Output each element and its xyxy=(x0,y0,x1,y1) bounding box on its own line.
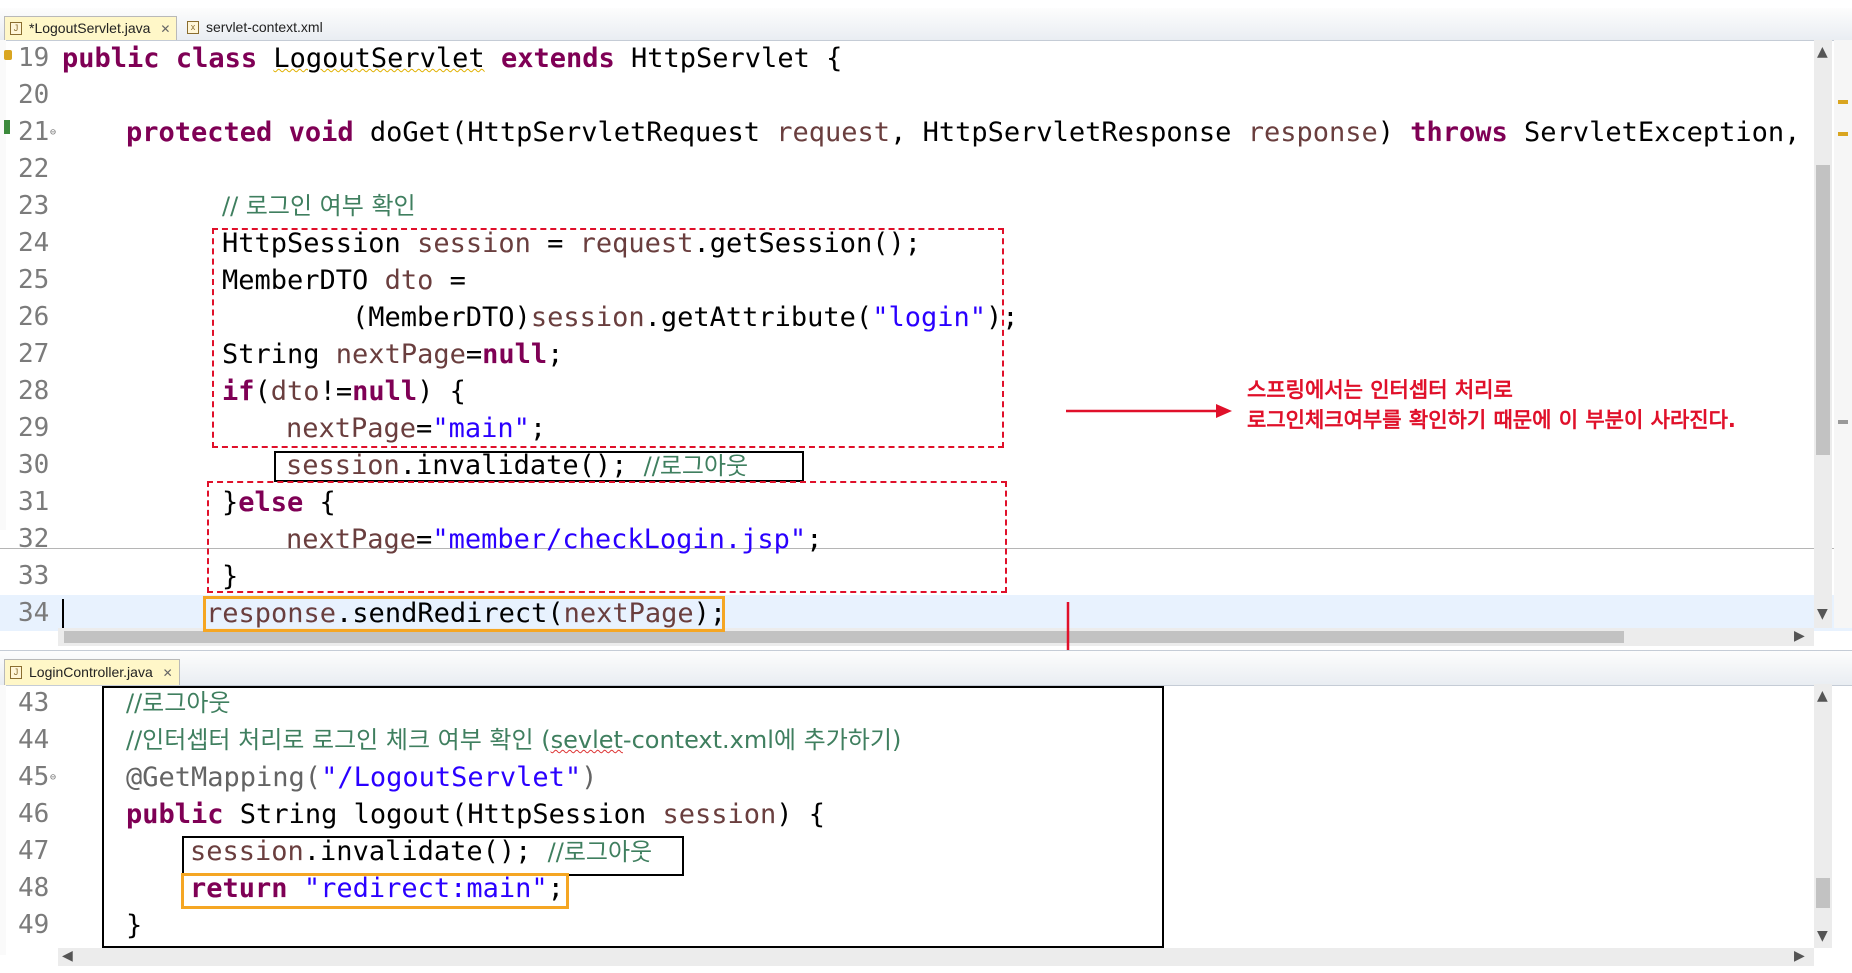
close-icon[interactable]: ✕ xyxy=(163,666,173,680)
top-editor-tabbar: J *LogoutServlet.java ✕ x servlet-contex… xyxy=(0,8,1852,41)
keyword: protected xyxy=(126,117,273,148)
line-number: 19 xyxy=(18,43,50,73)
line-number: 22 xyxy=(18,154,50,184)
line-number: 26 xyxy=(18,302,50,332)
line-number: 43 xyxy=(18,688,50,718)
line-number: 32 xyxy=(18,524,50,554)
tab-label: servlet-context.xml xyxy=(206,19,323,35)
class-name: LogoutServlet xyxy=(273,43,485,74)
tab-servlet-context[interactable]: x servlet-context.xml xyxy=(182,16,329,40)
fold-icon[interactable]: ⊖ xyxy=(50,759,56,796)
variable: request xyxy=(776,117,891,148)
code-text: ) xyxy=(1377,117,1411,148)
tab-logincontroller[interactable]: J LoginController.java ✕ xyxy=(4,659,180,685)
keyword: class xyxy=(175,43,258,74)
code-text: doGet(HttpServletRequest xyxy=(369,117,777,148)
redirect-highlight-box xyxy=(203,596,725,632)
line-number: 31 xyxy=(18,487,50,517)
invalidate-highlight-box xyxy=(182,836,684,876)
line-number: 27 xyxy=(18,339,50,369)
scroll-thumb[interactable] xyxy=(1816,165,1830,455)
keyword: public xyxy=(62,43,160,74)
code-text: HttpServlet { xyxy=(631,43,843,74)
note-line-1: 스프링에서는 인터셉터 처리로 xyxy=(1247,378,1513,402)
tab-logoutservlet[interactable]: J *LogoutServlet.java ✕ xyxy=(4,16,178,40)
code-text: , HttpServletResponse xyxy=(890,117,1248,148)
line-number: 29 xyxy=(18,413,50,443)
overview-marker xyxy=(1838,132,1848,136)
code-text: ServletException, IO xyxy=(1507,117,1850,148)
bottom-editor-tabbar: J LoginController.java ✕ xyxy=(0,651,1852,686)
removed-else-box xyxy=(207,481,1007,593)
invalidate-highlight-box xyxy=(274,451,804,482)
variable: response xyxy=(1247,117,1378,148)
line-number: 47 xyxy=(18,836,50,866)
top-vertical-scrollbar[interactable]: ▲ ▼ xyxy=(1814,40,1832,628)
scroll-right-icon[interactable]: ▶ xyxy=(1794,948,1805,964)
return-highlight-box xyxy=(181,873,569,909)
note-arrow xyxy=(1066,404,1232,418)
keyword: void xyxy=(288,117,354,148)
scroll-thumb[interactable] xyxy=(64,631,1624,643)
scroll-left-icon[interactable]: ◀ xyxy=(62,948,73,964)
text-cursor xyxy=(62,599,64,629)
code-line-22: 22 xyxy=(0,151,1852,188)
bottom-vertical-scrollbar[interactable]: ▲ ▼ xyxy=(1814,684,1832,948)
overview-marker xyxy=(1838,420,1848,424)
java-file-icon: J xyxy=(10,666,22,679)
scroll-down-icon[interactable]: ▼ xyxy=(1817,606,1828,622)
line-number: 48 xyxy=(18,873,50,903)
java-file-icon: J xyxy=(10,22,22,35)
line-number: 30 xyxy=(18,450,50,480)
line-number: 20 xyxy=(18,80,50,110)
line-number: 49 xyxy=(18,910,50,940)
keyword: throws xyxy=(1410,117,1508,148)
fold-icon[interactable]: ⊖ xyxy=(50,114,56,151)
removed-code-box xyxy=(212,228,1004,448)
line-number: 24 xyxy=(18,228,50,258)
tab-label: *LogoutServlet.java xyxy=(29,20,151,36)
scroll-up-icon[interactable]: ▲ xyxy=(1817,688,1828,704)
line-number: 33 xyxy=(18,561,50,591)
line-number: 23 xyxy=(18,191,50,221)
scroll-down-icon[interactable]: ▼ xyxy=(1817,928,1828,944)
line-number: 34 xyxy=(18,598,50,628)
scroll-right-icon[interactable]: ▶ xyxy=(1794,628,1805,644)
scroll-thumb[interactable] xyxy=(1816,878,1830,908)
line-number: 25 xyxy=(18,265,50,295)
keyword: extends xyxy=(500,43,615,74)
tab-label: LoginController.java xyxy=(29,664,153,680)
overview-ruler xyxy=(1834,40,1852,628)
code-line-23: 23 // 로그인 여부 확인 xyxy=(0,188,1852,225)
code-line-20: 20 xyxy=(0,77,1852,114)
code-comment: // 로그인 여부 확인 xyxy=(222,192,416,220)
bottom-horizontal-scrollbar[interactable]: ◀ ▶ xyxy=(58,948,1814,966)
note-line-2: 로그인체크여부를 확인하기 때문에 이 부분이 사라진다. xyxy=(1247,408,1736,432)
annotation-note: 스프링에서는 인터셉터 처리로 로그인체크여부를 확인하기 때문에 이 부분이 … xyxy=(1247,375,1736,435)
line-number: 28 xyxy=(18,376,50,406)
code-line-19: 19 public class LogoutServlet extends Ht… xyxy=(0,40,1852,77)
line-number: 44 xyxy=(18,725,50,755)
line-number: 46 xyxy=(18,799,50,829)
overview-marker xyxy=(1838,100,1848,104)
code-line-21: 21 ⊖ protected void doGet(HttpServletReq… xyxy=(0,114,1852,151)
close-icon[interactable]: ✕ xyxy=(160,22,170,36)
scroll-up-icon[interactable]: ▲ xyxy=(1817,44,1828,60)
xml-file-icon: x xyxy=(187,21,199,34)
